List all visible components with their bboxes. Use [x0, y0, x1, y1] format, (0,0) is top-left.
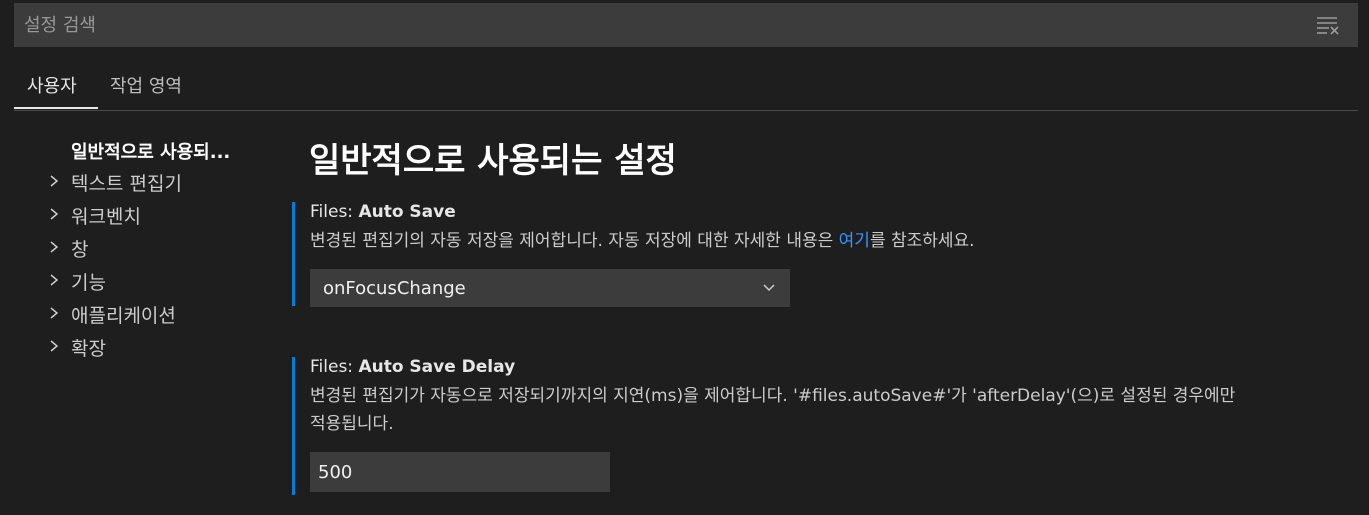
toc-item-extensions[interactable]: 확장 — [71, 334, 106, 361]
toc-item-commonly-used[interactable]: 일반적으로 사용되... — [71, 138, 230, 164]
toc-item-features[interactable]: 기능 — [71, 268, 106, 295]
setting-title: Files: Auto Save Delay — [310, 357, 515, 377]
chevron-right-icon — [50, 340, 59, 352]
setting-name: Auto Save Delay — [358, 357, 516, 377]
search-bar — [14, 3, 1358, 47]
toc-item-workbench[interactable]: 워크벤치 — [71, 202, 141, 229]
chevron-right-icon — [50, 307, 59, 319]
setting-auto-save-delay: Files: Auto Save Delay 변경된 편집기가 자동으로 저장되… — [292, 357, 1235, 495]
tab-workspace[interactable]: 작업 영역 — [110, 72, 182, 98]
setting-category: Files: — [310, 202, 359, 222]
setting-name: Auto Save — [358, 202, 456, 222]
settings-tabs: 사용자 작업 영역 — [14, 66, 1358, 111]
chevron-down-icon — [763, 284, 775, 292]
description-text: 변경된 편집기의 자동 저장을 제어합니다. 자동 저장에 대한 자세한 내용은 — [310, 231, 839, 251]
auto-save-delay-input[interactable] — [310, 452, 610, 492]
setting-description: 변경된 편집기의 자동 저장을 제어합니다. 자동 저장에 대한 자세한 내용은… — [310, 226, 975, 256]
tab-user[interactable]: 사용자 — [27, 72, 77, 98]
setting-auto-save: Files: Auto Save 변경된 편집기의 자동 저장을 제어합니다. … — [292, 202, 975, 307]
active-tab-indicator — [14, 107, 98, 109]
description-link[interactable]: 여기 — [839, 231, 870, 251]
toc-item-text-editor[interactable]: 텍스트 편집기 — [71, 169, 182, 196]
setting-description-line1: 변경된 편집기가 자동으로 저장되기까지의 지연(ms)을 제어합니다. '#f… — [310, 386, 1236, 406]
auto-save-dropdown[interactable]: onFocusChange — [310, 269, 790, 307]
setting-category: Files: — [310, 357, 359, 377]
toc-item-window[interactable]: 창 — [71, 235, 88, 262]
search-input[interactable] — [14, 3, 1304, 47]
section-title: 일반적으로 사용되는 설정 — [309, 141, 677, 181]
dropdown-value: onFocusChange — [323, 278, 466, 299]
toc-item-application[interactable]: 애플리케이션 — [71, 301, 176, 328]
clear-filter-icon[interactable] — [1316, 15, 1340, 35]
chevron-right-icon — [50, 175, 59, 187]
setting-title: Files: Auto Save — [310, 202, 456, 222]
chevron-right-icon — [50, 208, 59, 220]
chevron-right-icon — [50, 274, 59, 286]
chevron-right-icon — [50, 241, 59, 253]
description-text: 를 참조하세요. — [869, 231, 975, 251]
setting-description-line2: 적용됩니다. — [310, 414, 394, 434]
